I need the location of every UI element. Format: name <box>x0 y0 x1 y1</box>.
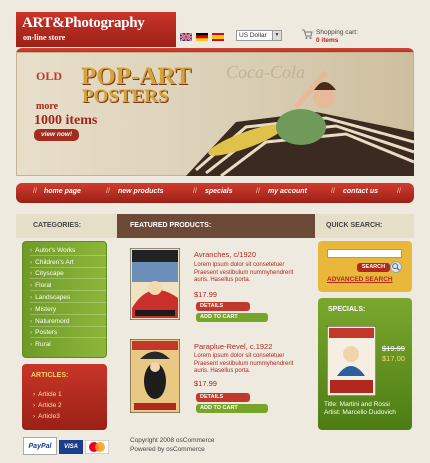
nav-home[interactable]: home page <box>44 188 81 195</box>
add-to-cart-button[interactable]: ADD TO CART <box>196 404 268 413</box>
search-button[interactable]: SEARCH <box>357 263 390 272</box>
copyright-text: Copyright 2008 osCommerce <box>130 437 215 444</box>
product-price: $17.99 <box>194 290 217 299</box>
details-button[interactable]: DETAILS <box>196 393 250 402</box>
articles-heading: ARTICLES: <box>31 372 69 379</box>
special-title[interactable]: Title: Martini and Rossi <box>324 401 390 408</box>
product-description: Lorem ipsum dolor sit consetetuer Praese… <box>194 262 294 283</box>
quick-search-heading: QUICK SEARCH: <box>326 222 383 229</box>
special-new-price: $17.00 <box>382 354 405 363</box>
article-link[interactable]: Article3 <box>33 413 60 420</box>
category-item[interactable]: Children's Art <box>30 259 106 268</box>
nav-separator: // <box>256 188 260 195</box>
nav-separator: // <box>193 188 197 195</box>
add-to-cart-button[interactable]: ADD TO CART <box>196 313 268 322</box>
nav-separator: // <box>397 188 401 195</box>
banner-posters-text: POSTERS <box>82 86 169 107</box>
mastercard-logo-icon <box>85 440 109 454</box>
paypal-logo: PayPal <box>23 437 57 455</box>
category-item[interactable]: Cityscape <box>30 270 106 279</box>
nav-specials[interactable]: specials <box>205 188 233 195</box>
advanced-search-link[interactable]: ADVANCED SEARCH <box>327 276 393 283</box>
store-title: ART&Photography <box>22 15 145 31</box>
category-item[interactable]: Naturemord <box>30 318 106 327</box>
cart-icon[interactable] <box>301 28 313 40</box>
product-title[interactable]: Avranches, c/1920 <box>194 250 256 259</box>
special-product-image[interactable] <box>327 326 376 396</box>
product-image[interactable] <box>130 248 180 320</box>
banner-more-text: more <box>36 101 59 112</box>
category-item[interactable]: Posters <box>30 329 106 338</box>
product-image[interactable] <box>130 339 180 413</box>
banner-brand-text: Coca-Cola <box>226 62 305 82</box>
product-title[interactable]: Paraplue-Revel, c.1922 <box>194 342 272 351</box>
nav-separator: // <box>331 188 335 195</box>
product-description: Lorem ipsum dolor sit consetetuer Praese… <box>194 353 294 374</box>
product-price: $17.99 <box>194 379 217 388</box>
categories-heading: CATEGORIES: <box>33 222 82 229</box>
store-subtitle: on-line store <box>23 33 66 42</box>
nav-contact-us[interactable]: contact us <box>343 188 378 195</box>
special-old-price: $19.99 <box>382 344 405 353</box>
chevron-down-icon: ▼ <box>272 31 281 40</box>
article-link[interactable]: Article 2 <box>33 402 61 409</box>
category-item[interactable]: Rural <box>30 341 106 349</box>
spain-flag-icon[interactable] <box>212 33 224 41</box>
banner-items-count: 1000 items <box>34 113 98 128</box>
category-item[interactable]: Mistery <box>30 306 106 315</box>
uk-flag-icon[interactable] <box>180 33 192 41</box>
search-input[interactable] <box>327 249 402 258</box>
magnifier-icon[interactable] <box>390 261 402 273</box>
view-now-button[interactable]: view now! <box>34 129 79 141</box>
category-item[interactable]: Floral <box>30 282 106 291</box>
article-link[interactable]: Article 1 <box>33 391 61 398</box>
nav-new-products[interactable]: new products <box>118 188 164 195</box>
cart-count[interactable]: 0 items <box>316 37 338 44</box>
banner-old-text: OLD <box>36 69 63 83</box>
cart-label[interactable]: Shopping cart: <box>316 29 358 36</box>
visa-logo: VISA <box>59 440 83 454</box>
currency-value: US Dollar <box>239 32 267 39</box>
featured-heading: FEATURED PRODUCTS: <box>130 222 212 229</box>
specials-heading: SPECIALS: <box>328 306 366 313</box>
details-button[interactable]: DETAILS <box>196 302 250 311</box>
powered-by-text: Powered by osCommerce <box>130 446 205 453</box>
germany-flag-icon[interactable] <box>196 33 208 41</box>
special-artist: Artist: Marcello Dudovich <box>324 409 396 416</box>
currency-select[interactable]: US Dollar ▼ <box>236 30 282 41</box>
category-item[interactable]: Autor's Works <box>30 247 106 256</box>
nav-separator: // <box>106 188 110 195</box>
nav-separator: // <box>33 188 37 195</box>
nav-my-account[interactable]: my account <box>268 188 307 195</box>
category-item[interactable]: Landscapes <box>30 294 106 303</box>
